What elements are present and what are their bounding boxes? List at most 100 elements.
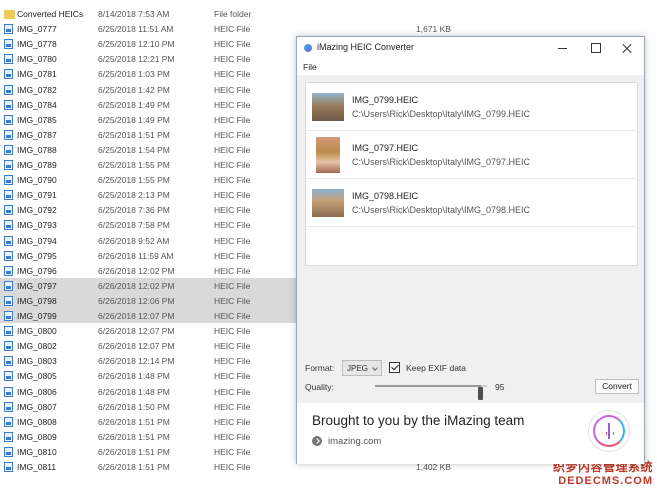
file-date: 6/25/2018 1:55 PM xyxy=(98,175,170,186)
file-name: IMG_0796 xyxy=(17,265,57,276)
image-thumbnail xyxy=(312,189,344,217)
file-row[interactable]: IMG_0798 6/26/2018 12:06 PM HEIC File xyxy=(0,292,300,308)
file-name: IMG_0805 xyxy=(17,371,57,382)
file-path: C:\Users\Rick\Desktop\Italy\IMG_0797.HEI… xyxy=(352,157,531,167)
file-date: 8/14/2018 7:53 AM xyxy=(98,9,170,19)
file-date: 6/25/2018 1:51 PM xyxy=(98,129,170,140)
file-name: IMG_0793 xyxy=(17,220,57,231)
file-date: 6/26/2018 1:51 PM xyxy=(98,431,170,442)
chevron-down-icon xyxy=(372,365,378,371)
file-name: IMG_0798.HEIC xyxy=(352,191,419,201)
maximize-button[interactable] xyxy=(579,37,611,59)
file-name: IMG_0787 xyxy=(17,129,57,140)
image-file-icon xyxy=(4,190,13,201)
imazing-link[interactable]: imazing.com xyxy=(328,436,381,447)
image-file-icon xyxy=(4,84,13,95)
format-dropdown[interactable]: JPEG xyxy=(342,360,382,376)
file-name: IMG_0791 xyxy=(17,190,57,201)
file-date: 6/25/2018 7:36 PM xyxy=(98,205,170,216)
imazing-logo[interactable] xyxy=(588,410,630,452)
file-date: 6/26/2018 1:51 PM xyxy=(98,446,170,457)
file-type: File folder xyxy=(214,9,252,19)
file-date: 6/26/2018 1:48 PM xyxy=(98,371,170,382)
quality-slider-thumb[interactable] xyxy=(478,387,484,400)
file-entry[interactable]: IMG_0799.HEIC C:\Users\Rick\Desktop\Ital… xyxy=(306,83,637,131)
file-date: 6/26/2018 12:07 PM xyxy=(98,311,175,321)
file-date: 6/26/2018 12:07 PM xyxy=(98,341,175,352)
quality-row: Quality: 95 Convert xyxy=(305,377,639,400)
file-date: 6/26/2018 11:59 AM xyxy=(98,250,174,261)
file-date: 6/26/2018 12:02 PM xyxy=(98,265,175,276)
file-date: 6/25/2018 2:13 PM xyxy=(98,190,170,201)
file-date: 6/26/2018 1:51 PM xyxy=(98,416,170,427)
file-type: HEIC File xyxy=(214,431,251,442)
convert-button[interactable]: Convert xyxy=(595,379,639,394)
image-file-icon xyxy=(4,69,13,80)
title-bar[interactable]: iMazing HEIC Converter xyxy=(297,37,644,59)
menu-file[interactable]: File xyxy=(303,62,317,72)
image-file-icon xyxy=(4,39,13,50)
file-row[interactable]: IMG_0797 6/26/2018 12:02 PM HEIC File xyxy=(0,277,300,293)
image-file-icon xyxy=(4,446,13,457)
file-name: IMG_0789 xyxy=(17,160,57,170)
image-file-icon xyxy=(4,250,13,261)
file-type: HEIC File xyxy=(214,371,251,382)
image-file-icon xyxy=(4,401,13,412)
file-date: 6/25/2018 12:21 PM xyxy=(98,54,175,65)
image-file-icon xyxy=(4,295,13,306)
menu-bar: File xyxy=(297,59,644,75)
file-name: IMG_0808 xyxy=(17,416,57,427)
keep-exif-label[interactable]: Keep EXIF data xyxy=(406,363,466,373)
file-date: 6/26/2018 9:52 AM xyxy=(98,235,170,246)
file-path: C:\Users\Rick\Desktop\Italy\IMG_0798.HEI… xyxy=(352,205,531,215)
file-date: 6/25/2018 11:51 AM xyxy=(98,24,174,35)
file-name: IMG_0803 xyxy=(17,356,57,367)
file-type: HEIC File xyxy=(214,69,251,80)
close-button[interactable] xyxy=(611,37,643,59)
file-type: HEIC File xyxy=(214,190,251,201)
file-type: HEIC File xyxy=(214,39,251,50)
file-type: HEIC File xyxy=(214,462,251,472)
usb-icon xyxy=(606,423,614,439)
quality-slider[interactable] xyxy=(375,385,487,400)
image-file-icon xyxy=(4,114,13,125)
divider xyxy=(306,226,637,227)
file-date: 6/25/2018 1:54 PM xyxy=(98,144,170,155)
file-row[interactable]: IMG_0777 6/25/2018 11:51 AM HEIC File 1,671… xyxy=(0,21,470,36)
window-title: iMazing HEIC Converter xyxy=(317,42,415,52)
folder-row[interactable]: Converted HEICs 8/14/2018 7:53 AM File fol… xyxy=(0,6,470,21)
file-date: 6/26/2018 1:50 PM xyxy=(98,401,170,412)
format-value: JPEG xyxy=(347,364,368,373)
file-date: 6/25/2018 1:03 PM xyxy=(98,69,170,80)
file-type: HEIC File xyxy=(214,99,251,110)
file-type: HEIC File xyxy=(214,295,251,306)
file-entry[interactable]: IMG_0797.HEIC C:\Users\Rick\Desktop\Ital… xyxy=(306,131,637,179)
converter-window: iMazing HEIC Converter File IMG_0799.HEI… xyxy=(296,36,645,464)
file-name: IMG_0795 xyxy=(17,250,57,261)
image-file-icon xyxy=(4,129,13,140)
file-name: IMG_0807 xyxy=(17,401,57,412)
minimize-button[interactable] xyxy=(547,37,579,59)
file-date: 6/26/2018 1:51 PM xyxy=(98,462,170,472)
file-date: 6/26/2018 12:07 PM xyxy=(98,326,175,337)
file-name: IMG_0811 xyxy=(17,462,57,472)
file-type: HEIC File xyxy=(214,220,251,231)
file-type: HEIC File xyxy=(214,341,251,352)
file-type: HEIC File xyxy=(214,280,251,291)
file-name: IMG_0800 xyxy=(17,326,57,337)
file-name: IMG_0799 xyxy=(17,311,57,321)
file-name: IMG_0780 xyxy=(17,54,57,65)
file-name: IMG_0797.HEIC xyxy=(352,143,419,153)
file-type: HEIC File xyxy=(214,416,251,427)
file-entry[interactable]: IMG_0798.HEIC C:\Users\Rick\Desktop\Ital… xyxy=(306,179,637,227)
file-date: 6/26/2018 1:48 PM xyxy=(98,386,170,397)
file-name: IMG_0809 xyxy=(17,431,57,442)
file-name: IMG_0784 xyxy=(17,99,57,110)
image-file-icon xyxy=(4,144,13,155)
file-row[interactable]: IMG_0799 6/26/2018 12:07 PM HEIC File xyxy=(0,308,300,323)
keep-exif-checkbox[interactable] xyxy=(389,362,400,373)
image-file-icon xyxy=(4,175,13,186)
file-type: HEIC File xyxy=(214,24,251,35)
file-name: IMG_0810 xyxy=(17,446,57,457)
file-type: HEIC File xyxy=(214,265,251,276)
